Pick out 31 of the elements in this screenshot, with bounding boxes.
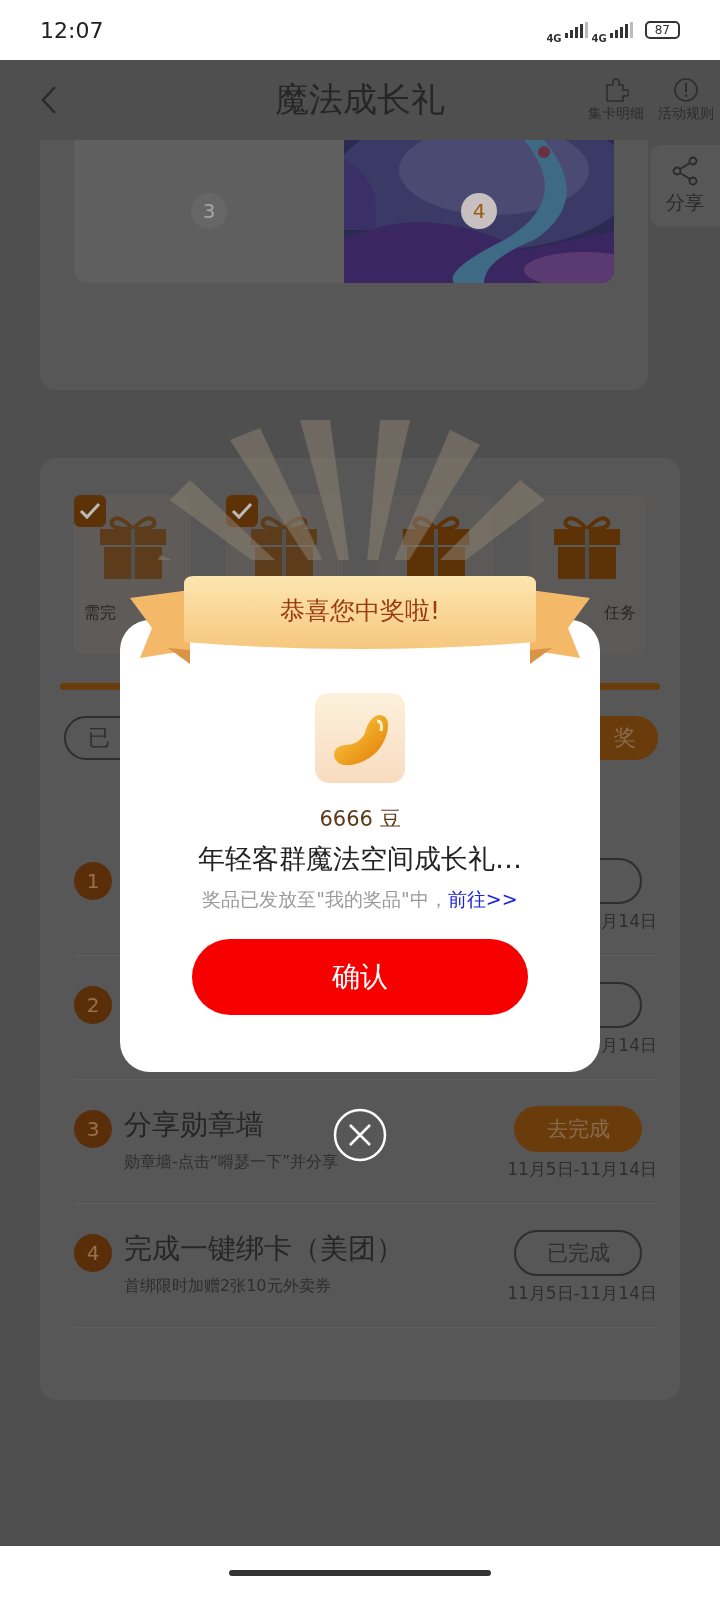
share-icon [671,156,699,186]
card-number: 3 [191,192,227,229]
network-label: 4G [546,32,562,44]
signal-icon [564,22,589,38]
step-number: 1 [74,862,112,900]
info-icon[interactable] [673,77,699,103]
gift-icon [400,513,471,579]
gift-label: 需完 [84,603,116,624]
checkmark-icon [74,495,106,527]
prize-amount: 6666 豆 [319,806,401,833]
bean-icon [315,693,405,783]
task-button[interactable]: 去完成 [514,1106,642,1152]
gift-icon [249,513,320,579]
confirm-button[interactable]: 确认 [192,939,528,1015]
prize-notice: 奖品已发放至"我的奖品"中， [202,887,448,912]
checkmark-icon [225,495,258,527]
battery-level: 87 [644,21,680,39]
puzzle-icon[interactable] [603,77,629,103]
step-number: 2 [74,986,112,1024]
status-time: 12:07 [40,17,104,43]
prize-name: 年轻客群魔法空间成长礼… [198,842,522,876]
gift-icon [552,513,623,579]
locked-card[interactable]: 3 [74,140,344,283]
go-link[interactable]: 前往>> [447,887,518,913]
network-label: 4G [591,32,607,44]
gift-icon [97,513,168,579]
step-number: 4 [74,1234,112,1272]
back-icon[interactable] [40,85,58,115]
signal-icon [609,22,634,38]
home-indicator[interactable] [229,1570,491,1576]
step-number: 3 [74,1110,112,1148]
